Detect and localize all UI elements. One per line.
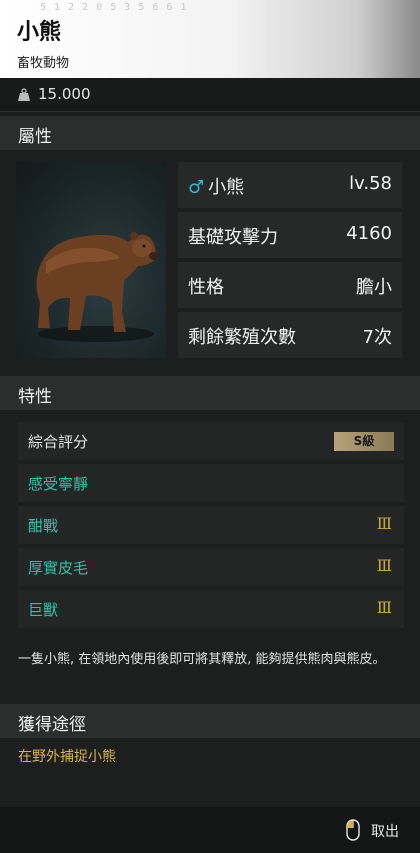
attributes-heading: 屬性 (0, 116, 420, 150)
stat-personality: 性格 膽小 (178, 262, 402, 308)
item-category: 畜牧動物 (17, 56, 70, 71)
trait-label: 巨獸 (28, 601, 59, 619)
attack-value: 4160 (346, 223, 392, 244)
weight-value: 15.000 (38, 85, 91, 103)
obtain-heading: 獲得途徑 (0, 704, 420, 738)
attack-label: 基礎攻擊力 (188, 227, 278, 248)
rating-label: 綜合評分 (28, 433, 89, 451)
item-header: 5 1 2 2 0 5 3 5 6 6 1 小熊 畜牧動物 (0, 0, 420, 78)
traits-heading-label: 特性 (18, 387, 52, 407)
breeding-label: 剩餘繁殖次數 (188, 327, 296, 348)
item-title: 小熊 (17, 20, 62, 45)
trait-label: 感受寧靜 (28, 475, 89, 493)
item-description: 一隻小熊, 在領地內使用後即可將其釋放, 能夠提供熊肉與熊皮。 (18, 652, 386, 667)
trait-level: Ⅲ (376, 514, 392, 533)
weight-row: 15.000 (0, 78, 420, 112)
animal-name: 小熊 (208, 177, 245, 198)
trait-rating-row[interactable]: 綜合評分 S級 (18, 422, 404, 460)
rating-badge: S級 (334, 432, 394, 451)
male-icon: ♂ (188, 177, 205, 198)
stat-breeding: 剩餘繁殖次數 7次 (178, 312, 402, 358)
obtain-source: 在野外捕捉小熊 (18, 749, 116, 765)
take-out-button[interactable]: 取出 (371, 821, 399, 841)
bear-image (36, 232, 159, 342)
animal-level: lv.58 (349, 173, 392, 194)
trait-row[interactable]: 酣戰 Ⅲ (18, 506, 404, 544)
trait-level: Ⅲ (376, 556, 392, 575)
header-faint-text: 5 1 2 2 0 5 3 5 6 6 1 (40, 2, 188, 13)
weight-icon (18, 88, 30, 101)
obtain-heading-label: 獲得途徑 (18, 715, 86, 735)
breeding-value: 7次 (362, 327, 392, 348)
traits-heading: 特性 (0, 376, 420, 410)
stat-attack: 基礎攻擊力 4160 (178, 212, 402, 258)
trait-row[interactable]: 感受寧靜 (18, 464, 404, 502)
trait-label: 酣戰 (28, 517, 59, 535)
trait-level: Ⅲ (376, 598, 392, 617)
trait-label: 厚實皮毛 (28, 559, 89, 577)
trait-row[interactable]: 厚實皮毛 Ⅲ (18, 548, 404, 586)
footer-bar: 取出 (0, 807, 420, 853)
mouse-icon (346, 819, 360, 841)
bear-portrait (16, 162, 166, 358)
trait-row[interactable]: 巨獸 Ⅲ (18, 590, 404, 628)
attributes-heading-label: 屬性 (18, 127, 52, 147)
personality-value: 膽小 (356, 277, 392, 298)
stat-name: ♂ 小熊 lv.58 (178, 162, 402, 208)
personality-label: 性格 (188, 277, 224, 298)
